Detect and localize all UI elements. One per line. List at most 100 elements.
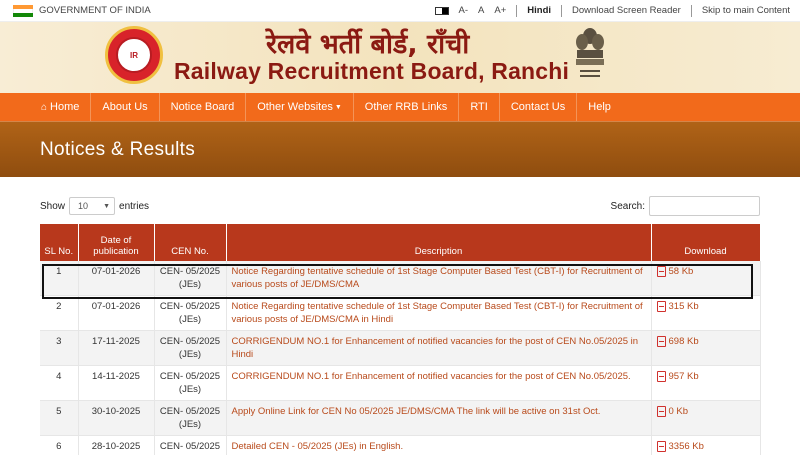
pdf-icon [656, 441, 666, 452]
nav-notice-board[interactable]: Notice Board [160, 93, 247, 121]
file-size: 58 Kb [668, 266, 694, 277]
cell-sl: 1 [40, 261, 79, 296]
col-header-cen[interactable]: CEN No. [154, 224, 227, 261]
divider [561, 4, 563, 17]
col-header-date[interactable]: Date of publication [78, 224, 155, 261]
cell-download: 698 Kb [651, 330, 761, 366]
cell-download: 957 Kb [651, 365, 761, 401]
file-size: 957 Kb [668, 371, 699, 382]
download-link[interactable]: 58 Kb [656, 265, 755, 278]
show-label: Show [40, 200, 66, 212]
divider [516, 4, 518, 17]
language-hindi-link[interactable]: Hindi [527, 5, 551, 16]
indian-railways-logo[interactable]: IR [105, 26, 163, 84]
table-row: 1 07-01-2026 CEN- 05/2025 (JEs) Notice Rega… [40, 261, 761, 296]
home-icon: ⌂ [41, 101, 48, 113]
download-screen-reader-link[interactable]: Download Screen Reader [572, 5, 681, 16]
skip-to-content-link[interactable]: Skip to main Content [702, 5, 790, 16]
site-title-hindi: रेलवे भर्ती बोर्ड, राँची [266, 29, 470, 60]
notice-link[interactable]: CORRIGENDUM NO.1 for Enhancement of noti… [226, 330, 652, 366]
table-header-row: SL No. Date of publication CEN No. Descr… [40, 224, 761, 261]
search-label: Search: [610, 200, 645, 212]
download-link[interactable]: 698 Kb [656, 335, 755, 348]
notice-link[interactable]: CORRIGENDUM NO.1 for Enhancement of noti… [226, 365, 652, 401]
page-title: Notices & Results [40, 138, 196, 160]
nav-other-websites[interactable]: Other Websites ▼ [246, 93, 354, 121]
col-header-sl[interactable]: SL No. [40, 224, 79, 261]
top-utility-bar: GOVERNMENT OF INDIA A- A A+ Hindi Downlo… [0, 0, 800, 22]
caret-down-icon: ▼ [334, 103, 342, 111]
cell-date: 17-11-2025 [78, 330, 155, 366]
railway-emblem-icon: IR [116, 37, 152, 73]
cell-date: 14-11-2025 [78, 365, 155, 401]
nav-other-rrb-links[interactable]: Other RRB Links [354, 93, 460, 121]
search-input[interactable] [649, 196, 760, 216]
download-link[interactable]: 0 Kb [656, 405, 755, 418]
ashoka-emblem-icon [576, 28, 604, 77]
gov-label-group: GOVERNMENT OF INDIA [0, 4, 151, 17]
download-link[interactable]: 315 Kb [656, 300, 755, 313]
india-flag-icon [13, 4, 33, 17]
pdf-icon [656, 406, 666, 417]
notice-link[interactable]: Detailed CEN - 05/2025 (JEs) in English. [226, 435, 652, 455]
cell-date: 28-10-2025 [78, 435, 155, 455]
entries-label: entries [119, 200, 150, 212]
cell-date: 30-10-2025 [78, 400, 155, 436]
notice-link[interactable]: Apply Online Link for CEN No 05/2025 JE/… [226, 400, 652, 436]
page-banner: Notices & Results [0, 121, 800, 177]
pdf-icon [656, 371, 666, 382]
chevron-down-icon: ▼ [103, 202, 111, 210]
site-title-english: Railway Recruitment Board, Ranchi [174, 58, 570, 84]
download-link[interactable]: 957 Kb [656, 370, 755, 383]
col-header-download[interactable]: Download [651, 224, 761, 261]
cell-sl: 3 [40, 330, 79, 366]
nav-other-websites-label: Other Websites [257, 101, 333, 113]
cell-download: 0 Kb [651, 400, 761, 436]
pdf-icon [656, 266, 666, 277]
cell-download: 3356 Kb [651, 435, 761, 455]
cell-cen: CEN- 05/2025 (JEs) [154, 261, 227, 296]
divider [690, 4, 692, 17]
download-link[interactable]: 3356 Kb [656, 440, 755, 453]
file-size: 0 Kb [668, 406, 689, 417]
gov-label: GOVERNMENT OF INDIA [39, 5, 151, 16]
table-row: 5 30-10-2025 CEN- 05/2025 (JEs) Apply Onlin… [40, 400, 761, 436]
table-row: 4 14-11-2025 CEN- 05/2025 (JEs) CORRIGENDUM… [40, 365, 761, 401]
table-controls: Show 10 ▼ entries Search: [40, 196, 760, 216]
table-row: 3 17-11-2025 CEN- 05/2025 (JEs) CORRIGENDUM… [40, 330, 761, 366]
nav-help[interactable]: Help [577, 93, 622, 121]
notice-link[interactable]: Notice Regarding tentative schedule of 1… [226, 261, 652, 296]
font-decrease-button[interactable]: A- [459, 5, 469, 16]
cell-date: 07-01-2026 [78, 295, 155, 331]
table-row: 2 07-01-2026 CEN- 05/2025 (JEs) Notice Rega… [40, 295, 761, 331]
cell-cen: CEN- 05/2025 (JEs) [154, 400, 227, 436]
cell-download: 315 Kb [651, 295, 761, 331]
nav-contact-us[interactable]: Contact Us [500, 93, 578, 121]
nav-about-us[interactable]: About Us [91, 93, 160, 121]
entries-select[interactable]: 10 ▼ [69, 197, 116, 215]
nav-home-label: Home [50, 101, 80, 113]
cell-date: 07-01-2026 [78, 261, 155, 296]
cell-sl: 2 [40, 295, 79, 331]
cell-download: 58 Kb [651, 261, 761, 296]
main-nav: ⌂ Home About Us Notice Board Other Websit… [0, 93, 800, 121]
cell-cen: CEN- 05/2025 [154, 435, 227, 455]
nav-rti[interactable]: RTI [459, 93, 500, 121]
cell-sl: 6 [40, 435, 79, 455]
font-normal-button[interactable]: A [478, 5, 484, 16]
font-increase-button[interactable]: A+ [494, 5, 506, 16]
cell-sl: 5 [40, 400, 79, 436]
cell-cen: CEN- 05/2025 (JEs) [154, 365, 227, 401]
cell-sl: 4 [40, 365, 79, 401]
table-row: 6 28-10-2025 CEN- 05/2025 Detailed CEN - 05… [40, 435, 761, 455]
notice-link[interactable]: Notice Regarding tentative schedule of 1… [226, 295, 652, 331]
contrast-toggle-icon[interactable] [434, 6, 449, 15]
pdf-icon [656, 301, 666, 312]
cell-cen: CEN- 05/2025 (JEs) [154, 295, 227, 331]
cell-cen: CEN- 05/2025 (JEs) [154, 330, 227, 366]
notices-table: SL No. Date of publication CEN No. Descr… [40, 224, 761, 455]
col-header-description[interactable]: Description [226, 224, 652, 261]
nav-home[interactable]: ⌂ Home [30, 93, 92, 121]
file-size: 698 Kb [668, 336, 699, 347]
site-header: IR रेलवे भर्ती बोर्ड, राँची Railway Recr… [0, 22, 800, 93]
